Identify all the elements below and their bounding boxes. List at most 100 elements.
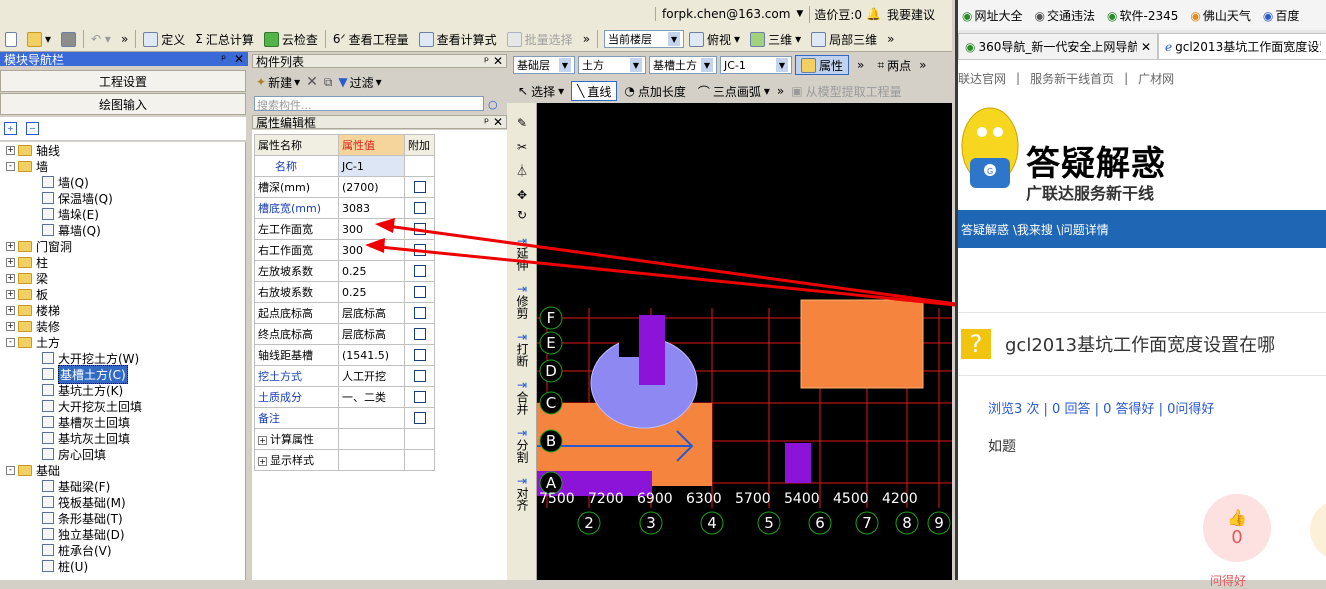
overflow-chevron-icon[interactable]: » xyxy=(777,84,784,98)
bookmark-item[interactable]: ◉ 百度 xyxy=(1263,7,1300,24)
tree-item[interactable]: 筏板基础(M) xyxy=(0,494,245,510)
bookmark-item[interactable]: ◉ 网址大全 xyxy=(962,7,1023,24)
view-quantity-button[interactable]: 6ᐟ 查看工程量 xyxy=(328,28,414,50)
collapse-all-icon[interactable]: − xyxy=(26,122,39,135)
local-3d-button[interactable]: 局部三维 xyxy=(806,28,882,50)
property-value[interactable]: 3083 xyxy=(338,197,405,219)
top-view-button[interactable]: 俯视 ▾ xyxy=(684,28,745,50)
tree-item[interactable]: 大开挖灰土回填 xyxy=(0,398,245,414)
tree-item[interactable]: 墙垛(E) xyxy=(0,206,245,222)
dropdown-icon[interactable]: ▼ xyxy=(796,9,803,19)
open-file-button[interactable]: ▾ xyxy=(22,28,56,50)
type-select[interactable]: 基槽土方 ▼ xyxy=(649,56,717,74)
pin-icon[interactable]: ᵖ xyxy=(484,54,489,68)
move-icon[interactable]: ✥ xyxy=(507,189,537,201)
extra-checkbox[interactable] xyxy=(413,391,426,403)
vtool-button[interactable]: ⇥ 对齐 xyxy=(507,475,537,511)
tab-360nav[interactable]: ◉ 360导航_新一代安全上网导航 ✕ xyxy=(958,33,1158,59)
extra-checkbox[interactable] xyxy=(413,265,426,277)
tree-item[interactable]: + 板 xyxy=(0,286,245,302)
component-search-input[interactable]: 搜索构件... xyxy=(254,96,484,111)
site-nav-link[interactable]: 服务新干线首页 xyxy=(1030,70,1114,87)
tab-close-icon[interactable]: ✕ xyxy=(1141,40,1151,54)
tree-item[interactable]: 桩(U) xyxy=(0,558,245,574)
extra-checkbox[interactable] xyxy=(413,349,426,361)
cad-canvas[interactable]: F E D C B A 2 3 4 5 6 7 8 9 7500 7200 6900 6300 5700 5400 45… xyxy=(537,103,952,580)
expand-icon[interactable]: + xyxy=(6,257,15,267)
tree-item[interactable]: 保温墙(Q) xyxy=(0,190,245,206)
tree-item[interactable]: -墙 xyxy=(0,158,245,174)
property-value[interactable]: 0.25 xyxy=(338,260,405,282)
property-value[interactable]: 300 xyxy=(338,239,405,261)
property-group-row[interactable]: + 计算属性 xyxy=(254,428,435,450)
tree-item[interactable]: + 柱 xyxy=(0,254,245,270)
save-button[interactable] xyxy=(56,28,81,50)
scissor-icon[interactable]: ✂ xyxy=(507,141,537,153)
tree-item[interactable]: 基坑灰土回填 xyxy=(0,430,245,446)
mirror-icon[interactable]: ⏃ xyxy=(507,165,537,177)
extra-checkbox[interactable] xyxy=(413,370,426,382)
expand-icon[interactable]: + xyxy=(6,241,15,251)
undo-button[interactable]: ↶ ▾ xyxy=(86,28,116,50)
project-settings-button[interactable]: 工程设置 xyxy=(0,70,246,92)
expand-icon[interactable]: + xyxy=(6,321,15,331)
bookmark-item[interactable]: ◉ 佛山天气 xyxy=(1190,7,1251,24)
property-value[interactable]: (1541.5) xyxy=(338,344,405,366)
close-icon[interactable]: ✕ xyxy=(234,52,244,66)
breadcrumb[interactable]: 答疑解惑 \我来搜 \问题详情 xyxy=(958,210,1326,248)
tree-item[interactable]: 房心回填 xyxy=(0,446,245,462)
tree-item[interactable]: 基槽土方(C) xyxy=(0,364,245,384)
overflow-chevron-icon[interactable]: » xyxy=(882,28,899,50)
tree-item[interactable]: 条形基础(T) xyxy=(0,510,245,526)
sum-calc-button[interactable]: Σ 汇总计算 xyxy=(190,28,259,50)
like-button[interactable]: 👍 0 xyxy=(1203,494,1271,562)
properties-button[interactable]: 属性 xyxy=(795,55,850,75)
property-value[interactable]: 一、二类 xyxy=(338,386,405,408)
overflow-chevron-icon[interactable]: » xyxy=(578,28,595,50)
tree-item[interactable]: - 基础 xyxy=(0,462,245,478)
expand-all-icon[interactable]: + xyxy=(4,122,17,135)
second-action-button[interactable] xyxy=(1310,500,1326,560)
property-value[interactable]: (2700) xyxy=(338,176,405,198)
rotate-icon[interactable]: ↻ xyxy=(507,209,537,221)
delete-icon[interactable]: ✕ xyxy=(306,74,318,90)
tree-item[interactable]: + 门窗洞 xyxy=(0,238,245,254)
batch-select-button[interactable]: 批量选择 xyxy=(502,28,578,50)
property-value[interactable]: 人工开挖 xyxy=(338,365,405,387)
close-icon[interactable]: ✕ xyxy=(493,54,503,68)
extra-checkbox[interactable] xyxy=(413,202,426,214)
tree-item[interactable]: + 装修 xyxy=(0,318,245,334)
site-nav-link[interactable]: 广材网 xyxy=(1138,70,1174,87)
extra-checkbox[interactable] xyxy=(413,181,426,193)
collapse-icon[interactable]: - xyxy=(6,465,15,475)
search-icon[interactable]: ○ xyxy=(488,98,502,111)
collapse-icon[interactable]: - xyxy=(6,337,15,347)
extra-checkbox[interactable] xyxy=(413,244,426,256)
vtool-button[interactable]: ⇥ 修剪 xyxy=(507,283,537,319)
vtool-button[interactable]: ⇥ 延伸 xyxy=(507,235,537,271)
suggest-button[interactable]: 我要建议 xyxy=(881,6,941,23)
site-nav-link[interactable]: 联达官网 xyxy=(958,70,1006,87)
bookmark-item[interactable]: ◉ 软件-2345 xyxy=(1107,7,1178,24)
two-points-button[interactable]: ⌗ 两点 xyxy=(872,54,916,76)
floor-select[interactable]: 当前楼层 ▼ xyxy=(604,30,685,48)
tree-item[interactable]: 基槽灰土回填 xyxy=(0,414,245,430)
overflow-chevron-icon[interactable]: » xyxy=(116,28,133,50)
drawing-input-button[interactable]: 绘图输入 xyxy=(0,93,246,115)
vtool-button[interactable]: ⇥ 打断 xyxy=(507,331,537,367)
tree-item[interactable]: + 楼梯 xyxy=(0,302,245,318)
expand-icon[interactable]: + xyxy=(6,273,15,283)
tree-item[interactable]: + 轴线 xyxy=(0,142,245,158)
property-group-row[interactable]: + 显示样式 xyxy=(254,449,435,471)
expand-icon[interactable]: + xyxy=(258,457,267,466)
overflow-chevron-icon[interactable]: » xyxy=(919,58,926,72)
copy-icon[interactable]: ⧉ xyxy=(324,75,333,90)
three-d-button[interactable]: 三维 ▾ xyxy=(745,28,806,50)
bell-icon[interactable]: 🔔 xyxy=(866,7,881,21)
pin-icon[interactable]: ᵖ xyxy=(484,115,489,129)
tree-item[interactable]: 基坑土方(K) xyxy=(0,382,245,398)
property-value[interactable]: 300 xyxy=(338,218,405,240)
vtool-button[interactable]: ⇥ 分割 xyxy=(507,427,537,463)
new-component-button[interactable]: ✦ 新建 ▾ xyxy=(256,74,300,91)
filter-button[interactable]: ▼ 过滤 ▾ xyxy=(338,74,381,91)
